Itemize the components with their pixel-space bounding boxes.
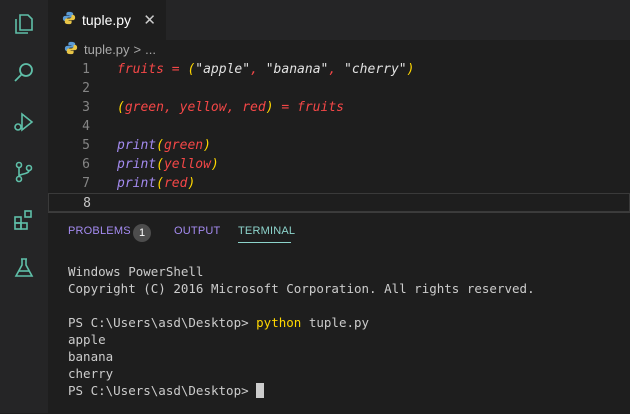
tab-output[interactable]: OUTPUT <box>174 225 220 237</box>
terminal-tab-underline <box>238 242 291 243</box>
tab-terminal[interactable]: TERMINAL <box>238 225 295 237</box>
terminal-text: PS C:\Users\asd\Desktop> <box>68 315 257 330</box>
code-token: , <box>250 62 266 77</box>
source-control-icon[interactable] <box>10 158 38 186</box>
line-number: 3 <box>82 100 90 115</box>
code-token: red <box>163 176 188 191</box>
terminal-text: Windows PowerShell <box>68 264 204 279</box>
tab-tuple-py[interactable]: tuple.py ✕ <box>48 0 166 40</box>
code-token: print <box>117 157 157 172</box>
code-line[interactable]: 1 fruits = ("apple", "banana", "cherry") <box>48 60 630 79</box>
editor-tab-bar: tuple.py ✕ <box>48 0 630 40</box>
bottom-panel: PROBLEMS 1 OUTPUT TERMINAL Windows Power… <box>48 212 630 414</box>
extensions-icon[interactable] <box>10 206 38 234</box>
line-number: 7 <box>82 176 90 191</box>
code-token: ) <box>210 157 219 172</box>
code-token: ( <box>156 138 164 153</box>
code-token: "cherry" <box>344 62 407 77</box>
problems-count-badge: 1 <box>133 224 151 242</box>
line-number: 5 <box>82 138 90 153</box>
code-token: = fruits <box>273 100 344 115</box>
line-number: 6 <box>82 157 90 172</box>
terminal-text: tuple.py <box>301 315 370 330</box>
activity-bar <box>0 0 48 413</box>
line-number: 1 <box>82 62 90 77</box>
code-token: yellow <box>163 157 211 172</box>
terminal-text: apple <box>68 332 106 347</box>
code-text: print(green) <box>117 136 211 155</box>
code-line[interactable]: 4 <box>48 117 630 136</box>
terminal-line: banana <box>68 348 535 365</box>
code-token: green, yellow, red <box>124 100 266 115</box>
breadcrumb-separator: > <box>133 41 142 57</box>
terminal-line: apple <box>68 331 535 348</box>
terminal-text: banana <box>68 349 114 364</box>
terminal-line: PS C:\Users\asd\Desktop> <box>68 382 535 399</box>
terminal-line: Windows PowerShell <box>68 263 535 280</box>
run-debug-icon[interactable] <box>10 108 38 136</box>
terminal-line: cherry <box>68 365 535 382</box>
code-line[interactable]: 6 print(yellow) <box>48 155 630 174</box>
code-token: ) <box>187 176 196 191</box>
code-token: fruits <box>117 62 164 77</box>
code-token: = <box>163 62 188 77</box>
code-line[interactable]: 8 <box>48 193 630 212</box>
line-number: 2 <box>82 81 90 96</box>
code-token: ( <box>156 176 164 191</box>
breadcrumb-more[interactable]: ... <box>145 42 156 57</box>
terminal-text: cherry <box>68 366 114 381</box>
line-number: 8 <box>83 196 91 211</box>
breadcrumb-file[interactable]: tuple.py <box>84 42 130 57</box>
terminal-line: Copyright (C) 2016 Microsoft Corporation… <box>68 280 535 297</box>
terminal-text: PS C:\Users\asd\Desktop> <box>68 383 257 398</box>
breadcrumb: tuple.py > ... <box>64 40 156 58</box>
code-text: (green, yellow, red) = fruits <box>117 98 344 117</box>
code-token: green <box>163 138 204 153</box>
close-tab-icon[interactable]: ✕ <box>143 11 156 29</box>
terminal-text: python <box>256 315 302 330</box>
code-token: ) <box>203 138 211 153</box>
testing-flask-icon[interactable] <box>10 254 38 282</box>
terminal-line: PS C:\Users\asd\Desktop> python tuple.py <box>68 314 535 331</box>
terminal-text: Copyright (C) 2016 Microsoft Corporation… <box>68 281 535 296</box>
tab-label: tuple.py <box>82 12 132 28</box>
code-text: fruits = ("apple", "banana", "cherry") <box>117 60 414 79</box>
code-token: ) <box>265 100 274 115</box>
code-editor[interactable]: 1 fruits = ("apple", "banana", "cherry") 2… <box>48 58 630 212</box>
python-file-icon <box>62 11 76 30</box>
terminal-cursor <box>256 383 265 398</box>
code-token: print <box>117 138 157 153</box>
terminal-output[interactable]: Windows PowerShell Copyright (C) 2016 Mic… <box>68 263 535 399</box>
code-token: ( <box>156 157 164 172</box>
code-token: ) <box>406 62 415 77</box>
search-icon[interactable] <box>10 58 38 86</box>
code-token: "banana" <box>265 62 329 77</box>
tab-problems[interactable]: PROBLEMS <box>68 225 131 237</box>
code-token: ( <box>117 100 125 115</box>
line-number: 4 <box>82 119 90 134</box>
code-line[interactable]: 7 print(red) <box>48 174 630 193</box>
explorer-icon[interactable] <box>10 10 38 38</box>
code-line[interactable]: 5 print(green) <box>48 136 630 155</box>
code-text: print(red) <box>117 174 195 193</box>
code-token: "apple" <box>195 62 251 77</box>
code-text: print(yellow) <box>117 155 219 174</box>
breadcrumb-python-icon <box>64 41 78 58</box>
code-line[interactable]: 3 (green, yellow, red) = fruits <box>48 98 630 117</box>
code-token: print <box>117 176 157 191</box>
code-line[interactable]: 2 <box>48 79 630 98</box>
code-token: , <box>328 62 345 77</box>
